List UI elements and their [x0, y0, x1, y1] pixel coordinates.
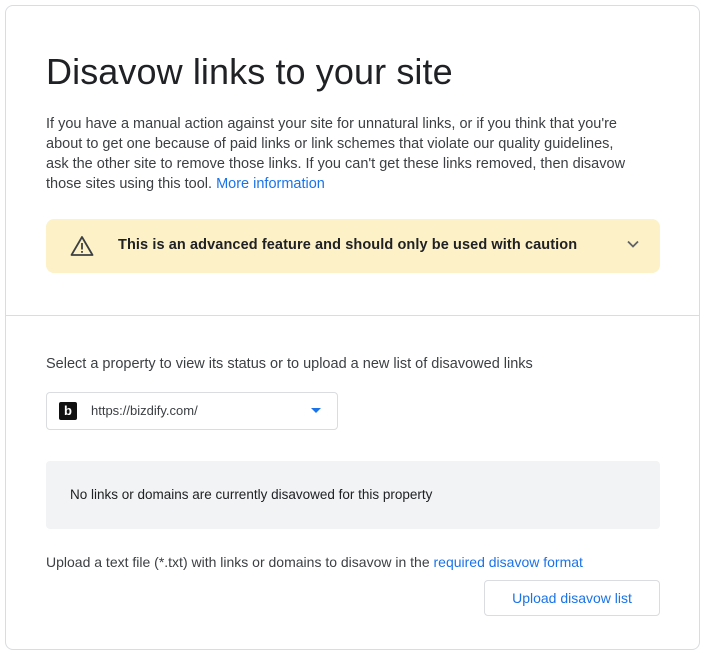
site-favicon-icon: b — [59, 402, 77, 420]
upload-instructions: Upload a text file (*.txt) with links or… — [46, 554, 583, 570]
more-information-link[interactable]: More information — [216, 176, 325, 192]
chevron-down-icon[interactable] — [626, 237, 640, 251]
caution-banner[interactable]: This is an advanced feature and should o… — [46, 219, 660, 273]
disavow-status-box: No links or domains are currently disavo… — [46, 461, 660, 529]
property-select-label: Select a property to view its status or … — [46, 356, 533, 372]
dropdown-arrow-icon — [311, 408, 321, 413]
caution-text: This is an advanced feature and should o… — [118, 237, 578, 253]
intro-paragraph: If you have a manual action against your… — [46, 114, 636, 194]
upload-disavow-list-button[interactable]: Upload disavow list — [484, 580, 660, 616]
section-divider — [6, 315, 699, 316]
intro-text: If you have a manual action against your… — [46, 116, 626, 192]
status-message: No links or domains are currently disavo… — [70, 487, 433, 502]
page-title: Disavow links to your site — [46, 51, 453, 92]
upload-instructions-text: Upload a text file (*.txt) with links or… — [46, 554, 430, 570]
property-dropdown[interactable]: b https://bizdify.com/ — [46, 392, 338, 430]
selected-property-url: https://bizdify.com/ — [91, 403, 198, 418]
disavow-card: Disavow links to your site If you have a… — [5, 5, 700, 650]
required-format-link[interactable]: required disavow format — [434, 554, 583, 570]
warning-icon — [70, 236, 94, 256]
